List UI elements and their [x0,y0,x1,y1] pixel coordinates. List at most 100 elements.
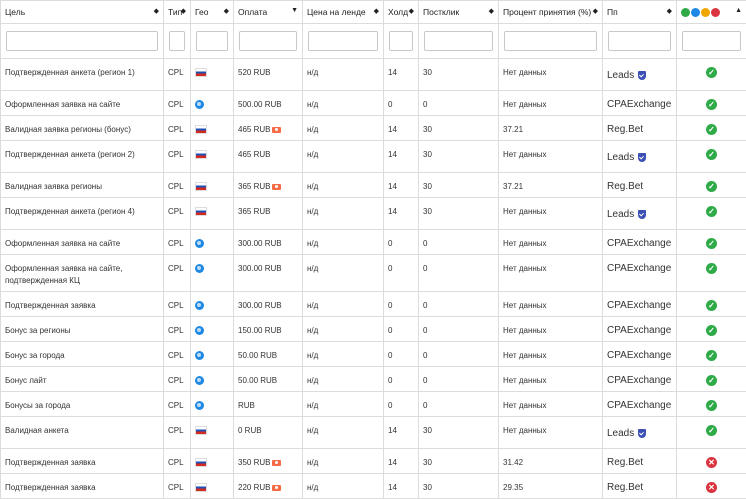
type-cell-text: CPL [168,458,184,467]
pay-cell: 50.00 RUB [234,342,303,367]
payout-info-icon[interactable] [272,485,281,491]
network-cell: Reg.Bet [603,449,677,474]
warning-icon[interactable] [701,8,710,17]
filter-input-4[interactable] [239,31,297,51]
sort-asc-icon[interactable]: ▲ [735,7,742,14]
sort-icon[interactable]: ◆ [409,7,414,15]
goal-cell: Подтвержденная заявка [1,292,164,317]
status-cell: ✕ [677,474,746,499]
postclick-cell-text: 0 [423,239,427,248]
status-cell: ✓ [677,116,746,141]
column-header-8[interactable]: Процент принятия (%)◆ [499,1,603,24]
column-header-7[interactable]: Постклик◆ [419,1,499,24]
postclick-cell-text: 0 [423,301,427,310]
network-cell-text: CPAExchange [607,325,671,336]
check-circle-icon: ✓ [706,350,717,361]
accept-rate-cell: Нет данных [499,141,603,173]
filter-input-8[interactable] [504,31,597,51]
column-header-3[interactable]: Гео ◆ [191,1,234,24]
table-row[interactable]: Оформленная заявка на сайтеCPL500.00 RUB… [1,91,746,116]
sort-icon[interactable]: ◆ [181,7,186,15]
table-row[interactable]: Подтвержденная заявкаCPL220 RUBн/д143029… [1,474,746,499]
hold-cell: 14 [384,198,419,230]
pay-cell: 350 RUB [234,449,303,474]
network-cell: CPAExchange [603,292,677,317]
pay-cell: 500.00 RUB [234,91,303,116]
filter-input-9[interactable] [608,31,671,51]
accept-rate-cell: Нет данных [499,230,603,255]
column-header-6[interactable]: Холд◆ [384,1,419,24]
table-row[interactable]: Оформленная заявка на сайтеCPL300.00 RUB… [1,230,746,255]
geo-cell [191,292,234,317]
payout-info-icon[interactable] [272,184,281,190]
check-circle-icon: ✓ [706,300,717,311]
postclick-cell: 0 [419,342,499,367]
sort-icon[interactable]: ◆ [374,7,379,15]
filter-input-3[interactable] [196,31,228,51]
sort-icon[interactable]: ◆ [593,7,598,15]
table-row[interactable]: Подтвержденная заявкаCPL300.00 RUBн/д00Н… [1,292,746,317]
filter-cell [191,24,234,59]
postclick-cell: 0 [419,230,499,255]
column-header-5[interactable]: Цена на ленде◆ [303,1,384,24]
goal-cell: Валидная заявка регионы [1,173,164,198]
goal-cell-text: Валидная заявка регионы [5,182,102,191]
column-header-4[interactable]: Оплата▼ [234,1,303,24]
accept-rate-cell: Нет данных [499,417,603,449]
filter-input-7[interactable] [424,31,493,51]
type-cell: CPL [164,59,191,91]
table-row[interactable]: Валидная заявка регионы (бонус)CPL465 RU… [1,116,746,141]
filter-cell [234,24,303,59]
goal-cell-text: Оформленная заявка на сайте [5,100,120,109]
pay-cell-text: 150.00 RUB [238,326,282,335]
table-row[interactable]: Подтвержденная анкета (регион 4)CPL365 R… [1,198,746,230]
verified-shield-icon [638,71,646,80]
column-header-label: Гео [195,7,209,17]
payout-info-icon[interactable] [272,127,281,133]
table-row[interactable]: Подтвержденная заявкаCPL350 RUBн/д143031… [1,449,746,474]
filter-input-2[interactable] [169,31,185,51]
table-row[interactable]: Подтвержденная анкета (регион 2)CPL465 R… [1,141,746,173]
table-row[interactable]: Валидная заявка регионыCPL365 RUBн/д1430… [1,173,746,198]
filter-input-1[interactable] [6,31,158,51]
landing-price-cell: н/д [303,173,384,198]
accept-rate-cell-text: Нет данных [503,351,547,360]
check-circle-icon: ✓ [706,325,717,336]
payout-info-icon[interactable] [272,460,281,466]
network-cell: CPAExchange [603,255,677,292]
table-row[interactable]: Бонус лайтCPL50.00 RUBн/д00Нет данныхCPA… [1,367,746,392]
table-row[interactable]: Оформленная заявка на сайте, подтвержден… [1,255,746,292]
sort-icon[interactable]: ◆ [667,7,672,15]
pay-cell: 300.00 RUB [234,255,303,292]
column-header-status[interactable]: ▲ [677,1,746,24]
sort-desc-icon[interactable]: ▼ [291,7,298,14]
postclick-cell: 30 [419,59,499,91]
filter-input-5[interactable] [308,31,378,51]
check-circle-icon: ✓ [706,263,717,274]
filter-input-6[interactable] [389,31,413,51]
landing-price-cell: н/д [303,116,384,141]
column-header-9[interactable]: Пп◆ [603,1,677,24]
goal-cell: Валидная анкета [1,417,164,449]
accept-rate-cell-text: Нет данных [503,150,547,159]
hold-cell-text: 0 [388,326,392,335]
filter-input-10[interactable] [682,31,741,51]
column-header-2[interactable]: Тип◆ [164,1,191,24]
table-row[interactable]: Валидная анкетаCPL0 RUBн/д1430Нет данных… [1,417,746,449]
sort-icon[interactable]: ◆ [154,7,159,15]
error-icon[interactable] [711,8,720,17]
ok-icon[interactable] [681,8,690,17]
landing-price-cell-text: н/д [307,182,318,191]
info-icon[interactable] [691,8,700,17]
network-cell-text: Reg.Bet [607,124,643,135]
geo-cell [191,230,234,255]
column-header-1[interactable]: Цель◆ [1,1,164,24]
sort-icon[interactable]: ◆ [224,7,229,15]
table-row[interactable]: Бонус за регионыCPL150.00 RUBн/д00Нет да… [1,317,746,342]
table-row[interactable]: Бонусы за городаCPLRUBн/д00Нет данныхCPA… [1,392,746,417]
accept-rate-cell-text: Нет данных [503,239,547,248]
sort-icon[interactable]: ◆ [489,7,494,15]
type-cell: CPL [164,449,191,474]
table-row[interactable]: Бонус за городаCPL50.00 RUBн/д00Нет данн… [1,342,746,367]
table-row[interactable]: Подтвержденная анкета (регион 1)CPL520 R… [1,59,746,91]
